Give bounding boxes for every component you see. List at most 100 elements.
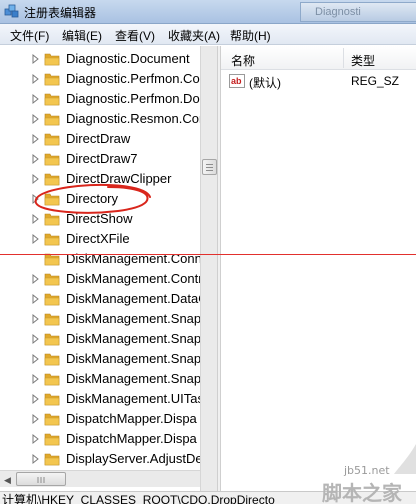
tree-item[interactable]: Diagnostic.Resmon.Con	[0, 109, 200, 129]
expand-arrow-icon[interactable]	[30, 193, 40, 205]
list-header: 名称 类型	[221, 46, 416, 70]
watermark-site: jb51.net	[344, 464, 390, 477]
regedit-app-icon	[4, 4, 19, 18]
tree-item[interactable]: DirectDraw	[0, 129, 200, 149]
background-window-title: Diagnosti	[315, 6, 361, 18]
tree-item-label: DiskManagement.Snap	[66, 331, 200, 346]
scroll-grip-icon	[37, 477, 45, 483]
folder-icon	[44, 213, 60, 226]
expand-arrow-icon[interactable]	[30, 373, 40, 385]
tree-item[interactable]: Diagnostic.Perfmon.Con	[0, 69, 200, 89]
expand-arrow-icon[interactable]	[30, 213, 40, 225]
folder-icon	[44, 353, 60, 366]
column-divider[interactable]	[343, 48, 344, 68]
value-type: REG_SZ	[351, 74, 400, 88]
tree-item-label: DirectShow	[66, 211, 133, 226]
tree-item-label: DiskManagement.DataO	[66, 291, 200, 306]
expand-arrow-icon[interactable]	[30, 393, 40, 405]
folder-icon	[44, 153, 60, 166]
folder-icon	[44, 193, 60, 206]
tree-horizontal-scrollbar-thumb[interactable]	[16, 472, 66, 486]
tree-item-label: DirectXFile	[66, 231, 130, 246]
folder-icon	[44, 333, 60, 346]
folder-icon	[44, 433, 60, 446]
tree-item[interactable]: DiskManagement.Conn	[0, 249, 200, 269]
expand-arrow-icon[interactable]	[30, 293, 40, 305]
status-path: 计算机\HKEY_CLASSES_ROOT\CDO.DropDirecto	[2, 493, 275, 504]
tree-item[interactable]: Diagnostic.Document	[0, 49, 200, 69]
tree-item[interactable]: DiskManagement.Snap	[0, 369, 200, 389]
tree-item-label: DirectDraw	[66, 131, 131, 146]
expand-arrow-icon[interactable]	[30, 133, 40, 145]
column-header-name[interactable]: 名称	[231, 52, 255, 69]
tree-item[interactable]: DiskManagement.DataO	[0, 289, 200, 309]
menu-favorites[interactable]: 收藏夹(A)	[168, 27, 220, 44]
column-header-type[interactable]: 类型	[351, 52, 375, 69]
tree-item[interactable]: DiskManagement.Snap	[0, 349, 200, 369]
tree-item-label: DiskManagement.Contr	[66, 271, 200, 286]
tree-vertical-scrollbar[interactable]	[200, 46, 217, 491]
expand-arrow-icon[interactable]	[30, 333, 40, 345]
tree-item[interactable]: DiskManagement.Contr	[0, 269, 200, 289]
tree-item-label: DiskManagement.Snap	[66, 371, 200, 386]
folder-icon	[44, 53, 60, 66]
expand-arrow-icon[interactable]	[30, 273, 40, 285]
tree-item-label: Diagnostic.Perfmon.Con	[66, 71, 200, 86]
background-window-tab[interactable]: Diagnosti	[300, 2, 416, 22]
tree-item-label: DirectDrawClipper	[66, 171, 172, 186]
expand-arrow-icon[interactable]	[30, 453, 40, 465]
expand-arrow-icon[interactable]	[30, 73, 40, 85]
expand-arrow-icon[interactable]	[30, 93, 40, 105]
expand-arrow-icon[interactable]	[30, 413, 40, 425]
folder-icon	[44, 393, 60, 406]
tree-item-label: DisplayServer.AdjustDe	[66, 451, 200, 466]
list-item[interactable]: ab (默认) REG_SZ	[221, 71, 416, 91]
folder-icon	[44, 453, 60, 466]
tree-item-label: Diagnostic.Perfmon.Doc	[66, 91, 200, 106]
tree-item-label: Diagnostic.Document	[66, 51, 190, 66]
expand-arrow-icon[interactable]	[30, 433, 40, 445]
window-title: 注册表编辑器	[24, 6, 97, 20]
tree-item-label: DispatchMapper.Dispa	[66, 431, 197, 446]
scroll-left-icon[interactable]: ◀	[4, 475, 11, 486]
expand-arrow-icon[interactable]	[30, 233, 40, 245]
annotation-line	[0, 254, 416, 255]
tree-item-label: DiskManagement.UITas	[66, 391, 200, 406]
menu-edit[interactable]: 编辑(E)	[62, 27, 102, 44]
folder-icon	[44, 313, 60, 326]
menu-help[interactable]: 帮助(H)	[230, 27, 271, 44]
tree-item[interactable]: DirectXFile	[0, 229, 200, 249]
folder-icon	[44, 273, 60, 286]
tree-item[interactable]: DiskManagement.Snap	[0, 309, 200, 329]
registry-tree[interactable]: Diagnostic.Document Diagnostic.Perfmon.Co…	[0, 46, 200, 491]
menu-view[interactable]: 查看(V)	[115, 27, 155, 44]
tree-item[interactable]: DirectShow	[0, 209, 200, 229]
value-name: (默认)	[249, 76, 281, 90]
tree-item[interactable]: DiskManagement.UITas	[0, 389, 200, 409]
folder-icon	[44, 133, 60, 146]
tree-item[interactable]: DiskManagement.Snap	[0, 329, 200, 349]
tree-item[interactable]: DispatchMapper.Dispa	[0, 409, 200, 429]
expand-arrow-icon[interactable]	[30, 313, 40, 325]
expand-arrow-icon[interactable]	[30, 113, 40, 125]
tree-horizontal-scrollbar[interactable]: ◀	[0, 470, 200, 487]
tree-item[interactable]: DispatchMapper.Dispa	[0, 429, 200, 449]
tree-item-label: Diagnostic.Resmon.Con	[66, 111, 200, 126]
expand-arrow-icon[interactable]	[30, 53, 40, 65]
expand-arrow-icon[interactable]	[30, 173, 40, 185]
folder-icon	[44, 173, 60, 186]
tree-item-label: Directory	[66, 191, 119, 206]
folder-icon	[44, 73, 60, 86]
tree-item[interactable]: DirectDraw7	[0, 149, 200, 169]
tree-item[interactable]: DisplayServer.AdjustDe	[0, 449, 200, 469]
tree-item[interactable]: Diagnostic.Perfmon.Doc	[0, 89, 200, 109]
folder-icon	[44, 93, 60, 106]
values-list[interactable]: 名称 类型 ab (默认) REG_SZ	[221, 46, 416, 491]
tree-vertical-scrollbar-thumb[interactable]	[202, 159, 217, 175]
expand-arrow-icon[interactable]	[30, 353, 40, 365]
tree-item[interactable]: DirectDrawClipper	[0, 169, 200, 189]
expand-arrow-icon[interactable]	[30, 153, 40, 165]
tree-item[interactable]: Directory	[0, 189, 200, 209]
menu-file[interactable]: 文件(F)	[10, 27, 49, 44]
menu-bar: 文件(F) 编辑(E) 查看(V) 收藏夹(A) 帮助(H)	[0, 24, 416, 45]
